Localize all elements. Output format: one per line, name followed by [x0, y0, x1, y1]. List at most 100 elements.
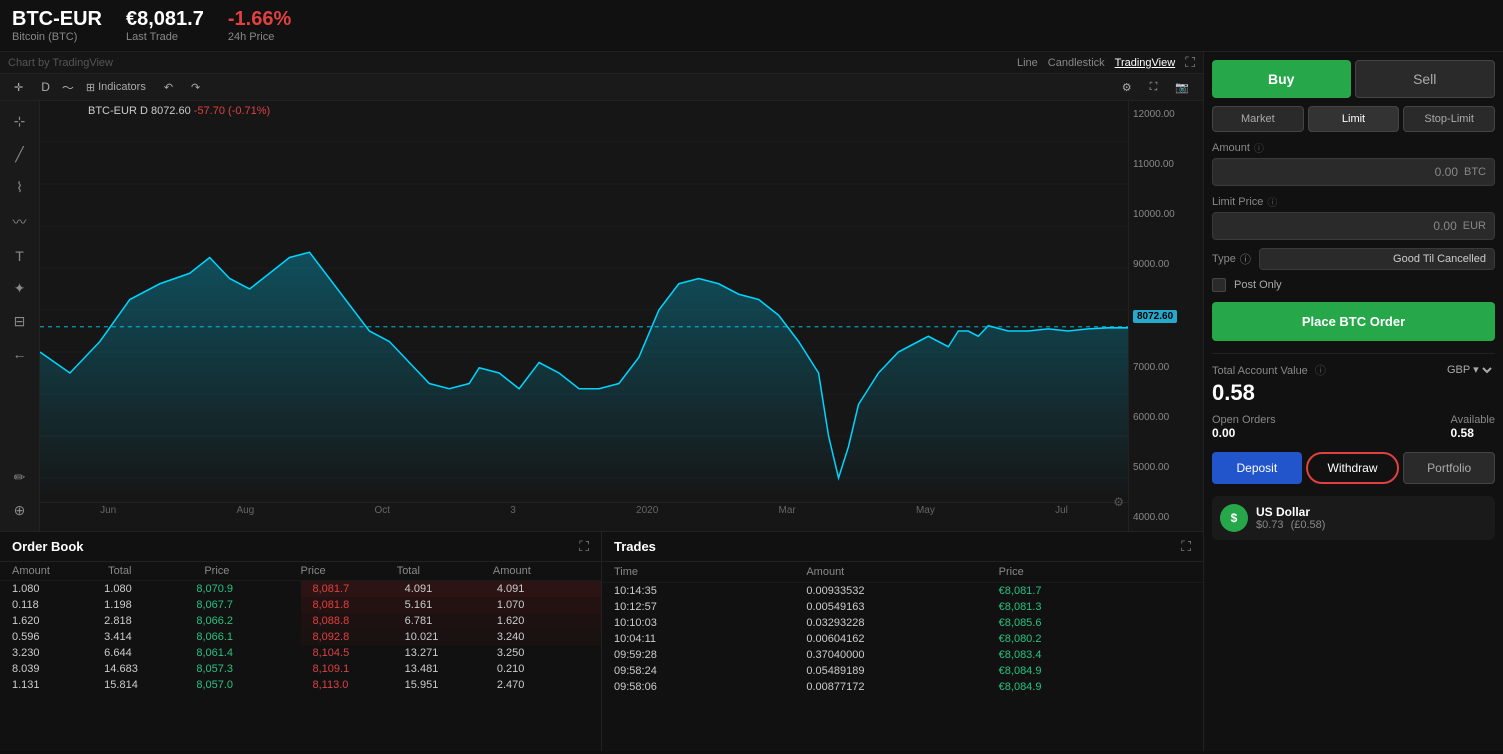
channel-tool[interactable]: ⌇: [12, 175, 27, 200]
price-axis: 12000.00 11000.00 10000.00 9000.00 8072.…: [1128, 101, 1203, 531]
table-row: 1.0801.0808,070.9: [0, 581, 301, 597]
back-btn[interactable]: ←: [9, 342, 31, 366]
undo-btn[interactable]: ↶: [158, 79, 179, 96]
order-book-expand[interactable]: ⛶: [579, 538, 589, 555]
open-orders-value: 0.00: [1212, 426, 1276, 440]
currency-info: US Dollar $0.73 (£0.58): [1256, 505, 1325, 531]
table-row: 1.6202.8188,066.2: [0, 613, 301, 629]
account-section: Total Account Value ⓘ GBP ▾ EUR USD 0.58…: [1212, 353, 1495, 444]
amount-input[interactable]: [1221, 165, 1458, 179]
limit-order-tab[interactable]: Limit: [1308, 106, 1400, 132]
settings-btn[interactable]: ⚙: [1116, 79, 1138, 96]
table-row: 8.03914.6838,057.3: [0, 661, 301, 677]
account-sub: Open Orders 0.00 Available 0.58: [1212, 414, 1495, 440]
chart-inner: BTC-EUR D 8072.60 -57.70 (-0.71%): [40, 101, 1128, 531]
limit-price-input[interactable]: [1221, 219, 1457, 233]
ticker-name: Bitcoin (BTC): [12, 31, 102, 43]
currency-icon: $: [1220, 504, 1248, 532]
x-axis: Jun Aug Oct 3 2020 Mar May Jul: [40, 502, 1128, 522]
amount-input-row: BTC: [1212, 158, 1495, 186]
order-type-tabs: Market Limit Stop-Limit: [1212, 106, 1495, 132]
buy-button[interactable]: Buy: [1212, 60, 1351, 98]
redo-btn[interactable]: ↷: [185, 79, 206, 96]
limit-price-label: Limit Price ⓘ: [1212, 194, 1495, 209]
open-orders-label: Open Orders: [1212, 414, 1276, 426]
line-icon: 〜: [62, 79, 74, 96]
price-block: €8,081.7 Last Trade: [126, 8, 204, 43]
limit-currency: EUR: [1463, 220, 1486, 232]
amount-label: Amount ⓘ: [1212, 140, 1495, 155]
cursor-tool[interactable]: ⊹: [10, 109, 30, 134]
trades-header: Trades ⛶: [602, 532, 1203, 562]
table-row: 0.1181.1988,067.7: [0, 597, 301, 613]
buy-sell-tabs: Buy Sell: [1212, 60, 1495, 98]
account-info-icon[interactable]: ⓘ: [1315, 365, 1326, 377]
symbol: BTC-EUR: [12, 8, 102, 31]
chart-symbol: BTC-EUR: [88, 105, 137, 117]
price-label: Last Trade: [126, 31, 204, 43]
limit-price-field-row: Limit Price ⓘ EUR: [1212, 194, 1495, 240]
table-row: 8,104.513.2713.250: [301, 645, 602, 661]
trades-title: Trades: [614, 539, 656, 554]
text-tool[interactable]: T: [11, 244, 28, 268]
fullscreen-btn[interactable]: ⛶: [1185, 54, 1195, 71]
chart-expand-btn[interactable]: ⛶: [1144, 79, 1164, 96]
measure-tool[interactable]: ⊟: [10, 309, 30, 334]
table-row: 3.2306.6448,061.4: [0, 645, 301, 661]
available-label: Available: [1451, 414, 1495, 426]
trades-expand[interactable]: ⛶: [1181, 538, 1191, 555]
market-order-tab[interactable]: Market: [1212, 106, 1304, 132]
view-tradingview-btn[interactable]: TradingView: [1115, 57, 1176, 69]
zoom-tool[interactable]: ⊕: [10, 498, 30, 523]
available-block: Available 0.58: [1451, 414, 1495, 440]
period-selector[interactable]: D: [35, 78, 56, 96]
trades-panel: Trades ⛶ Time Amount Price 10:14:350.009…: [602, 532, 1203, 751]
list-item: 09:58:240.05489189€8,084.9: [602, 663, 1203, 679]
type-select[interactable]: Good Til Cancelled Good Till Date Immedi…: [1259, 248, 1495, 270]
pattern-tool[interactable]: ✦: [10, 276, 30, 301]
post-only-label: Post Only: [1234, 279, 1282, 291]
sell-button[interactable]: Sell: [1355, 60, 1496, 98]
limit-info-icon[interactable]: ⓘ: [1267, 194, 1277, 209]
chart-period: D: [140, 105, 151, 117]
view-candlestick-btn[interactable]: Candlestick: [1048, 57, 1105, 69]
annotation-tool[interactable]: ✏: [10, 465, 30, 490]
indicators-btn[interactable]: ⊞ Indicators: [80, 79, 152, 96]
table-row: 8,092.810.0213.240: [301, 629, 602, 645]
deposit-button[interactable]: Deposit: [1212, 452, 1302, 484]
list-item: 10:10:030.03293228€8,085.6: [602, 615, 1203, 631]
post-only-checkbox[interactable]: [1212, 278, 1226, 292]
order-book-title: Order Book: [12, 539, 84, 554]
table-row: 8,109.113.4810.210: [301, 661, 602, 677]
order-book-header: Order Book ⛶: [0, 532, 601, 562]
header: BTC-EUR Bitcoin (BTC) €8,081.7 Last Trad…: [0, 0, 1503, 52]
brush-tool[interactable]: 〰: [9, 208, 31, 236]
table-row: 8,088.86.7811.620: [301, 613, 602, 629]
list-item: 10:14:350.00933532€8,081.7: [602, 583, 1203, 599]
crosshair-tool[interactable]: ✛: [8, 79, 29, 96]
amount-currency: BTC: [1464, 166, 1486, 178]
type-row: Type ⓘ Good Til Cancelled Good Till Date…: [1212, 248, 1495, 270]
type-info-icon[interactable]: ⓘ: [1240, 251, 1251, 267]
type-label: Type ⓘ: [1212, 251, 1251, 267]
ticker: BTC-EUR Bitcoin (BTC): [12, 8, 102, 43]
withdraw-button[interactable]: Withdraw: [1306, 452, 1400, 484]
ob-headers: Amount Total Price Price Total Amount: [0, 562, 601, 581]
action-buttons: Deposit Withdraw Portfolio: [1212, 452, 1495, 484]
chart-settings-icon[interactable]: ⚙: [1113, 495, 1124, 509]
amount-info-icon[interactable]: ⓘ: [1254, 140, 1264, 155]
screenshot-btn[interactable]: 📷: [1169, 79, 1195, 96]
portfolio-button[interactable]: Portfolio: [1403, 452, 1495, 484]
last-price: €8,081.7: [126, 8, 204, 31]
place-order-button[interactable]: Place BTC Order: [1212, 302, 1495, 341]
crosshair-price-label: 8072.60: [1133, 310, 1199, 323]
chart-area: Chart by TradingView Line Candlestick Tr…: [0, 52, 1203, 751]
view-line-btn[interactable]: Line: [1017, 57, 1038, 69]
currency-name: US Dollar: [1256, 505, 1325, 519]
currency-selector[interactable]: GBP ▾ EUR USD: [1443, 363, 1495, 377]
limit-price-input-row: EUR: [1212, 212, 1495, 240]
ob-rows: 1.0801.0808,070.9 0.1181.1988,067.7 1.62…: [0, 581, 601, 693]
stop-limit-order-tab[interactable]: Stop-Limit: [1403, 106, 1495, 132]
table-row: 0.5963.4148,066.1: [0, 629, 301, 645]
line-tool[interactable]: ╱: [11, 142, 27, 167]
